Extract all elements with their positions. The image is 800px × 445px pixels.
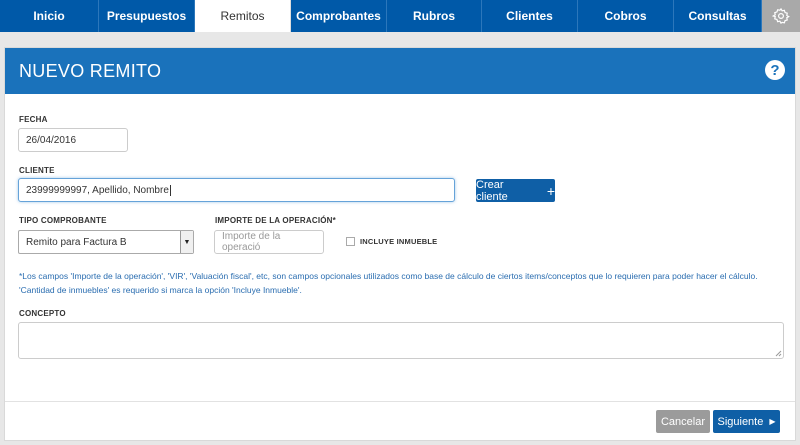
help-button[interactable]: ? [765,60,785,80]
crear-cliente-button[interactable]: Crear cliente + [476,179,555,203]
next-button[interactable]: Siguiente ▶ [713,410,780,433]
importe-input[interactable]: Importe de la operació [214,230,324,254]
tab-remitos[interactable]: Remitos [195,0,291,32]
form-note: *Los campos 'Importe de la operación', '… [19,271,758,295]
incluye-inmueble-label: INCLUYE INMUEBLE [360,237,438,246]
plus-icon: + [546,182,555,199]
fecha-label: FECHA [19,115,48,124]
help-icon: ? [770,61,780,79]
nuevo-remito-panel: NUEVO REMITO ? FECHA 26/04/2016 CLIENTE … [4,47,796,441]
tab-inicio[interactable]: Inicio [0,0,99,32]
chevron-down-icon: ▼ [180,231,193,253]
tab-presupuestos[interactable]: Presupuestos [99,0,195,32]
tab-rubros[interactable]: Rubros [387,0,482,32]
gear-icon [772,7,790,24]
cliente-label: CLIENTE [19,166,55,175]
tab-consultas[interactable]: Consultas [674,0,762,32]
tab-clientes[interactable]: Clientes [482,0,578,32]
tipo-comprobante-label: TIPO COMPROBANTE [19,216,107,225]
tipo-comprobante-select[interactable]: Remito para Factura B ▼ [18,230,194,254]
importe-label: IMPORTE DE LA OPERACIÓN* [215,216,336,225]
settings-button[interactable] [762,0,800,32]
tab-cobros[interactable]: Cobros [578,0,674,32]
cancel-button[interactable]: Cancelar [656,410,710,433]
resize-handle-icon[interactable] [775,350,782,357]
top-nav: Inicio Presupuestos Remitos Comprobantes… [0,0,800,32]
caret-right-icon: ▶ [769,417,776,426]
concepto-label: CONCEPTO [19,309,66,318]
tab-comprobantes[interactable]: Comprobantes [291,0,387,32]
incluye-inmueble-checkbox[interactable] [346,237,355,246]
footer-divider [5,401,795,402]
text-cursor [169,184,171,196]
fecha-input[interactable]: 26/04/2016 [18,128,128,152]
page-title: NUEVO REMITO [19,60,162,81]
cliente-input[interactable]: 23999999997, Apellido, Nombre [18,178,455,202]
concepto-textarea[interactable] [18,322,784,359]
panel-header: NUEVO REMITO ? [5,48,795,94]
